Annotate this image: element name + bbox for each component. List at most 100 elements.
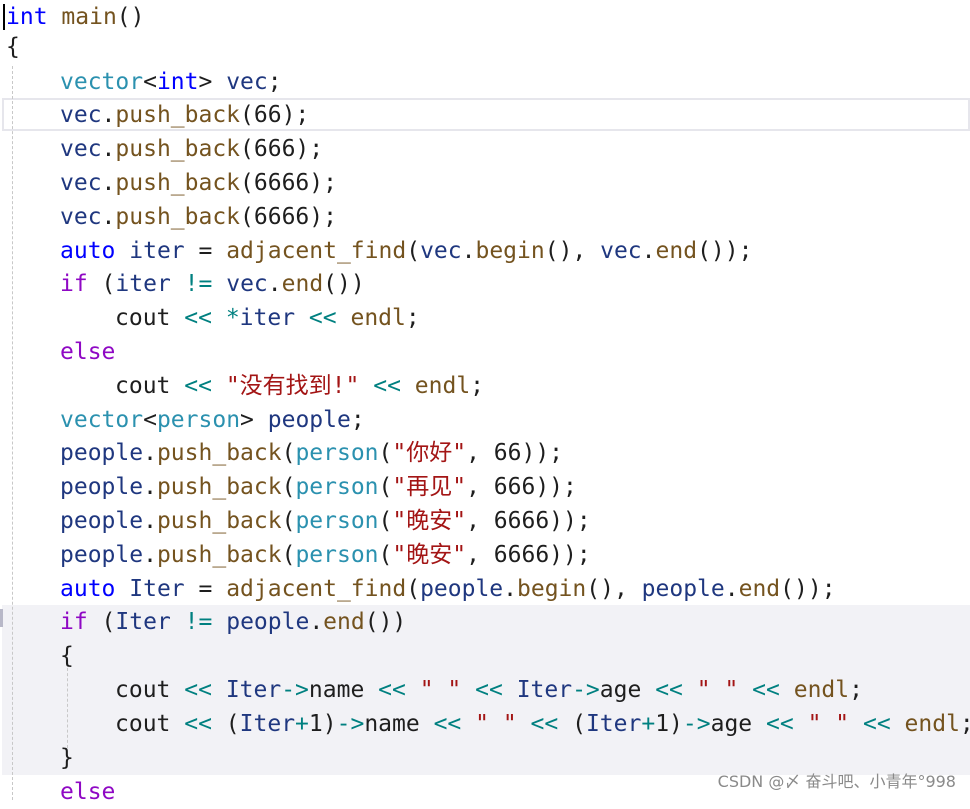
- code-token: .: [143, 474, 157, 500]
- code-line[interactable]: if (Iter != people.end()): [0, 605, 970, 639]
- code-line[interactable]: vec.push_back(66);: [0, 98, 970, 132]
- code-token: (),: [544, 238, 601, 264]
- code-line[interactable]: people.push_back(person("再见", 666));: [0, 470, 970, 504]
- code-token: .: [267, 271, 282, 297]
- code-token: int: [6, 4, 48, 30]
- code-token: (: [281, 440, 296, 466]
- code-line[interactable]: else: [0, 335, 970, 369]
- code-line[interactable]: auto Iter = adjacent_find(people.begin()…: [0, 572, 970, 606]
- code-token: ()): [323, 271, 365, 297]
- code-token: (666);: [240, 136, 324, 162]
- code-text: if (Iter != people.end()): [60, 605, 406, 639]
- code-token: push_back: [156, 542, 282, 568]
- code-token: age: [599, 677, 642, 703]
- code-token: endl: [350, 305, 406, 331]
- code-editor[interactable]: int main(){vector<int> vec; vec.push_back…: [0, 0, 970, 805]
- code-token: ->: [572, 677, 600, 703]
- code-token: person: [295, 542, 379, 568]
- code-token: <<: [655, 677, 683, 703]
- code-token: }: [60, 745, 74, 771]
- code-text: auto iter = adjacent_find(vec.begin(), v…: [60, 234, 752, 268]
- code-line[interactable]: cout << *iter << endl;: [0, 301, 970, 335]
- code-token: (: [406, 576, 421, 602]
- code-line[interactable]: vector<int> vec;: [0, 65, 970, 99]
- code-token: ;: [470, 373, 485, 399]
- code-line[interactable]: if (iter != vec.end()): [0, 267, 970, 301]
- code-text: vector<int> vec;: [60, 65, 282, 99]
- code-line[interactable]: vector<person> people;: [0, 403, 970, 437]
- code-token: vec: [60, 102, 102, 128]
- code-token: !=: [184, 609, 213, 635]
- code-text: people.push_back(person("晚安", 6666));: [60, 504, 591, 538]
- code-text: people.push_back(person("晚安", 6666));: [60, 538, 591, 572]
- code-token: vec: [420, 238, 462, 264]
- code-token: <<: [433, 711, 462, 737]
- code-line[interactable]: people.push_back(person("你好", 66));: [0, 436, 970, 470]
- code-token: 1): [655, 711, 683, 737]
- code-token: =: [184, 238, 227, 264]
- code-text: cout << "没有找到!" << endl;: [115, 369, 484, 403]
- code-token: <<: [308, 305, 337, 331]
- code-token: .: [143, 440, 157, 466]
- code-token: (: [378, 440, 393, 466]
- code-token: <<: [475, 677, 503, 703]
- code-token: +: [641, 711, 656, 737]
- code-token: vec: [600, 238, 642, 264]
- code-token: Iter: [239, 711, 296, 737]
- code-token: <<: [373, 373, 401, 399]
- code-token: "没有找到!": [225, 373, 360, 399]
- code-token: people: [267, 407, 351, 433]
- code-token: .: [641, 238, 656, 264]
- code-token: iter: [129, 238, 185, 264]
- code-token: name: [308, 677, 365, 703]
- code-token: <: [143, 69, 157, 95]
- code-text: people.push_back(person("你好", 66));: [60, 436, 563, 470]
- code-token: 1): [308, 711, 337, 737]
- code-token: endl: [414, 373, 471, 399]
- code-token: <<: [530, 711, 559, 737]
- code-token: .: [461, 238, 476, 264]
- code-token: .: [101, 204, 116, 230]
- code-line[interactable]: cout << "没有找到!" << endl;: [0, 369, 970, 403]
- code-token: .: [724, 576, 739, 602]
- code-token: "晚安": [392, 508, 467, 534]
- code-line[interactable]: people.push_back(person("晚安", 6666));: [0, 504, 970, 538]
- code-line[interactable]: int main(): [0, 0, 970, 34]
- code-token: ());: [780, 576, 836, 602]
- code-line[interactable]: cout << Iter->name << " " << Iter->age <…: [0, 673, 970, 707]
- code-token: (: [87, 271, 116, 297]
- code-token: (: [281, 474, 296, 500]
- code-line[interactable]: cout << (Iter+1)->name << " " << (Iter+1…: [0, 707, 970, 741]
- code-line[interactable]: vec.push_back(666);: [0, 132, 970, 166]
- code-line[interactable]: vec.push_back(6666);: [0, 166, 970, 200]
- code-token: (): [116, 4, 145, 30]
- code-token: .: [309, 609, 324, 635]
- code-token: " ": [419, 677, 462, 703]
- code-token: person: [295, 474, 379, 500]
- code-token: Iter: [115, 609, 171, 635]
- code-text: auto Iter = adjacent_find(people.begin()…: [60, 572, 836, 606]
- code-line[interactable]: {: [0, 639, 970, 673]
- code-token: push_back: [115, 170, 241, 196]
- code-token: <<: [862, 711, 891, 737]
- code-token: push_back: [156, 508, 282, 534]
- code-token: people: [60, 508, 144, 534]
- code-text: people.push_back(person("再见", 666));: [60, 470, 577, 504]
- code-token: (: [281, 508, 296, 534]
- code-token: name: [364, 711, 420, 737]
- code-line[interactable]: people.push_back(person("晚安", 6666));: [0, 538, 970, 572]
- code-line[interactable]: {: [0, 30, 970, 64]
- code-token: (: [378, 474, 393, 500]
- code-line[interactable]: vec.push_back(6666);: [0, 200, 970, 234]
- code-line[interactable]: auto iter = adjacent_find(vec.begin(), v…: [0, 234, 970, 268]
- code-text: vec.push_back(6666);: [60, 200, 337, 234]
